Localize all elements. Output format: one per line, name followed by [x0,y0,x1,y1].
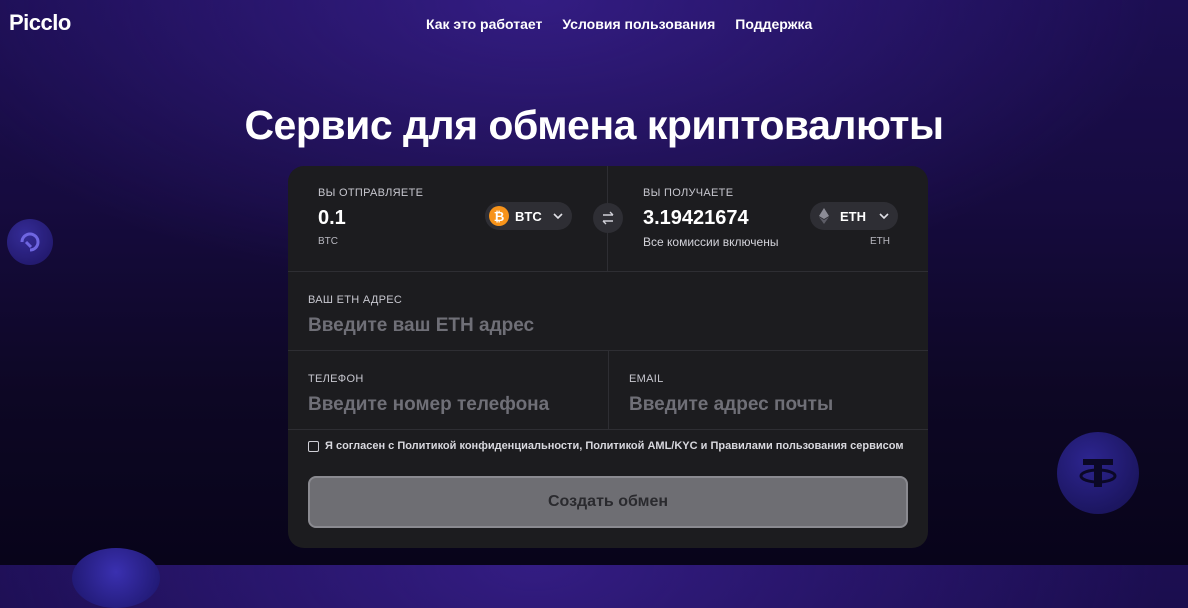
nav-support[interactable]: Поддержка [735,16,812,32]
email-label: EMAIL [629,373,664,385]
send-amount[interactable]: 0.1 [318,207,346,230]
send-label: ВЫ ОТПРАВЛЯЕТЕ [318,187,424,199]
page-title: Сервис для обмена криптовалюты [244,102,944,148]
tether-coin-icon [1057,432,1139,514]
receive-ticker: ETH [840,208,866,224]
phone-input[interactable] [308,394,588,416]
exchange-row: ВЫ ОТПРАВЛЯЕТЕ 0.1 BTC ₿ BTC ВЫ ПОЛУЧАЕТ… [288,166,928,272]
receive-currency-code: ETH [870,236,890,247]
receive-amount: 3.19421674 [643,207,749,229]
divider [608,351,609,429]
top-nav: Как это работает Условия пользования Под… [426,16,812,32]
exchange-card: ВЫ ОТПРАВЛЯЕТЕ 0.1 BTC ₿ BTC ВЫ ПОЛУЧАЕТ… [288,166,928,548]
decorative-coin-icon [7,219,53,265]
nav-terms[interactable]: Условия пользования [562,16,715,32]
chevron-down-icon [879,213,889,220]
fees-note: Все комиссии включены [643,235,779,249]
create-exchange-button[interactable]: Создать обмен [308,476,908,528]
chevron-down-icon [553,213,563,220]
decorative-coin-icon [72,548,160,608]
agreement: Я согласен с Политикой конфиденциальност… [308,440,903,452]
email-input[interactable] [629,394,909,416]
receive-currency-select[interactable]: ETH [810,202,898,230]
swap-button[interactable] [593,203,623,233]
phone-label: ТЕЛЕФОН [308,373,364,385]
nav-how-it-works[interactable]: Как это работает [426,16,542,32]
eth-address-input[interactable] [308,315,888,337]
address-label: ВАШ ETH АДРЕС [308,294,403,306]
swap-arrows-icon [602,211,614,225]
receive-label: ВЫ ПОЛУЧАЕТЕ [643,187,734,199]
bitcoin-icon: ₿ [489,206,509,226]
ethereum-icon [819,208,829,224]
send-currency-select[interactable]: ₿ BTC [485,202,572,230]
address-row: ВАШ ETH АДРЕС [288,272,928,351]
send-ticker: BTC [515,208,542,224]
agreement-text[interactable]: Я согласен с Политикой конфиденциальност… [325,440,903,452]
agreement-checkbox[interactable] [308,440,319,452]
send-currency-code: BTC [318,236,338,247]
logo[interactable]: Picclo [9,10,71,36]
contact-row: ТЕЛЕФОН EMAIL [288,351,928,430]
